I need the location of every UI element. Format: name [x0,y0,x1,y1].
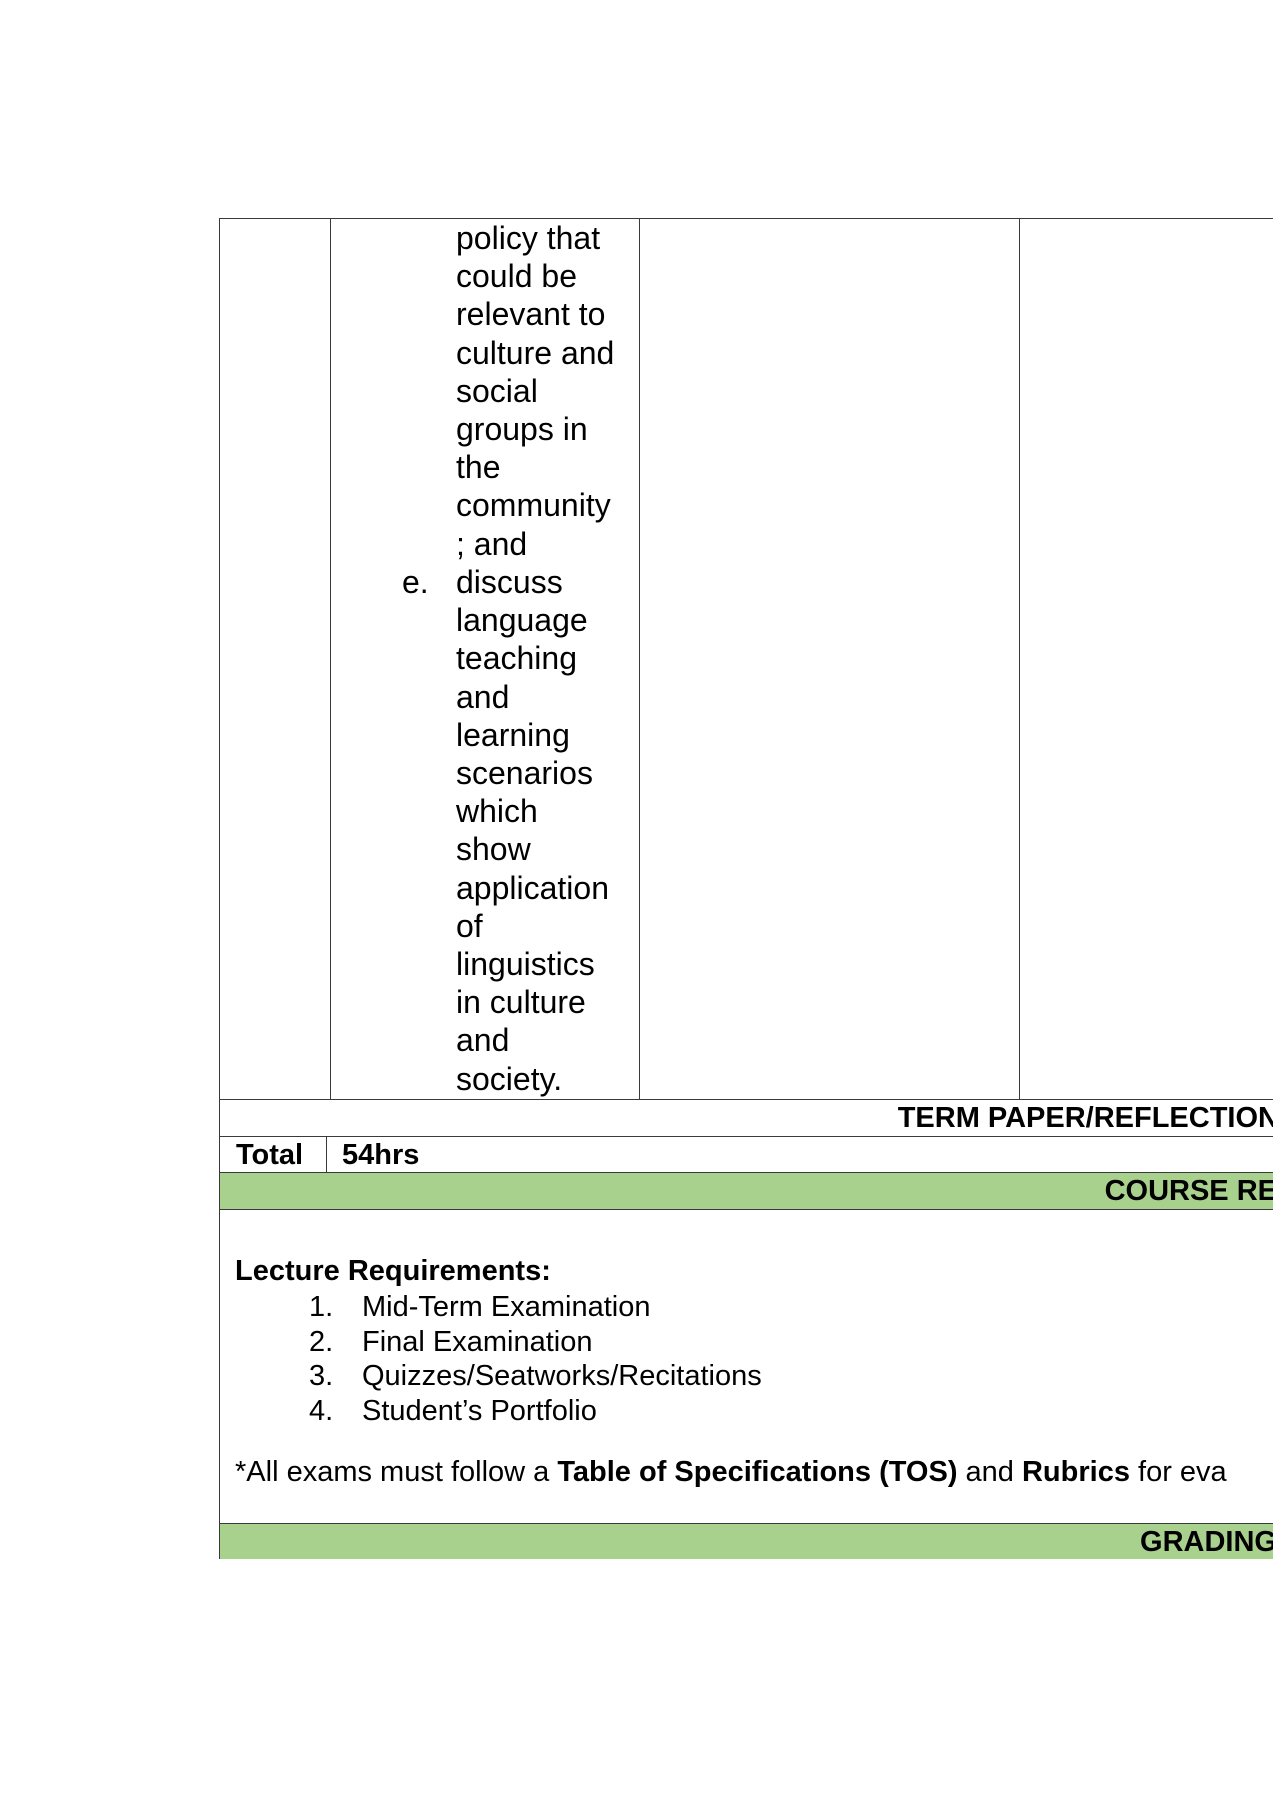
list-item: 4. Student’s Portfolio [235,1394,762,1429]
objective-line: groups in [456,411,588,448]
list-item: 2. Final Examination [235,1325,762,1360]
list-item-text: Student’s Portfolio [362,1395,597,1428]
lecture-requirements-list: 1. Mid-Term Examination 2. Final Examinati… [235,1290,762,1429]
row-divider [219,1523,1273,1524]
objective-line: and [456,678,510,715]
objective-continuation: policy that could be relevant to culture… [456,219,614,563]
list-item: 1. Mid-Term Examination [235,1290,762,1325]
list-item-text: Quizzes/Seatworks/Recitations [362,1360,762,1393]
list-item-text: Mid-Term Examination [362,1291,651,1323]
list-item-number: 3. [309,1360,334,1393]
total-label: Total [236,1139,304,1171]
objective-line: the [456,449,501,486]
objective-line: culture and [456,334,615,371]
list-item: 3. Quizzes/Seatworks/Recitations [235,1359,762,1394]
objective-line: could be [456,258,577,295]
objective-line: language [456,602,588,639]
list-item-number: 1. [309,1291,334,1323]
note-prefix: *All exams must follow a [235,1456,558,1488]
objective-line: which [456,793,538,830]
objective-e: discuss language teaching and learning s… [456,563,609,1098]
objective-line: policy that [456,220,601,256]
note-rubrics: Rubrics [1021,1456,1130,1488]
term-paper-header: TERM PAPER/REFLECTION [897,1102,1273,1134]
exam-note: *All exams must follow a Table of Specif… [235,1453,1227,1491]
objective-line: in culture [456,984,586,1021]
objective-line: show [456,831,531,868]
objective-line: relevant to [456,296,606,333]
objective-e-marker: e. [402,564,429,600]
objective-line: discuss [456,564,563,600]
note-suffix: for eva [1129,1456,1227,1488]
grading-header: GRADING [1140,1526,1273,1558]
objective-line: ; and [456,525,528,562]
objective-line: social [456,372,538,409]
table-top-border [219,218,1273,219]
list-item-number: 4. [309,1395,334,1428]
course-requirements-header: COURSE RE [1104,1175,1273,1207]
objective-line: application [456,869,609,906]
objective-line: and [456,1022,510,1059]
grading-band [219,1523,1273,1559]
column-divider [1019,218,1020,1099]
list-item-number: 2. [309,1325,334,1358]
table-left-border [219,218,220,1559]
column-divider [330,218,331,1099]
total-column-divider [326,1136,327,1172]
total-value: 54hrs [342,1139,420,1171]
objective-line: teaching [456,640,577,677]
syllabus-table: policy that could be relevant to culture… [219,218,1273,1559]
lecture-requirements-title: Lecture Requirements: [235,1255,551,1287]
note-middle: and [957,1456,1022,1488]
list-item-text: Final Examination [362,1325,593,1358]
objective-line: society. [456,1060,563,1097]
objective-line: learning [456,716,570,753]
objective-line: of [456,907,483,944]
column-divider [639,218,640,1099]
objective-line: community [456,487,611,524]
note-tos: Table of Specifications (TOS) [557,1456,958,1488]
objective-line: linguistics [456,946,595,983]
objective-line: scenarios [456,755,593,792]
